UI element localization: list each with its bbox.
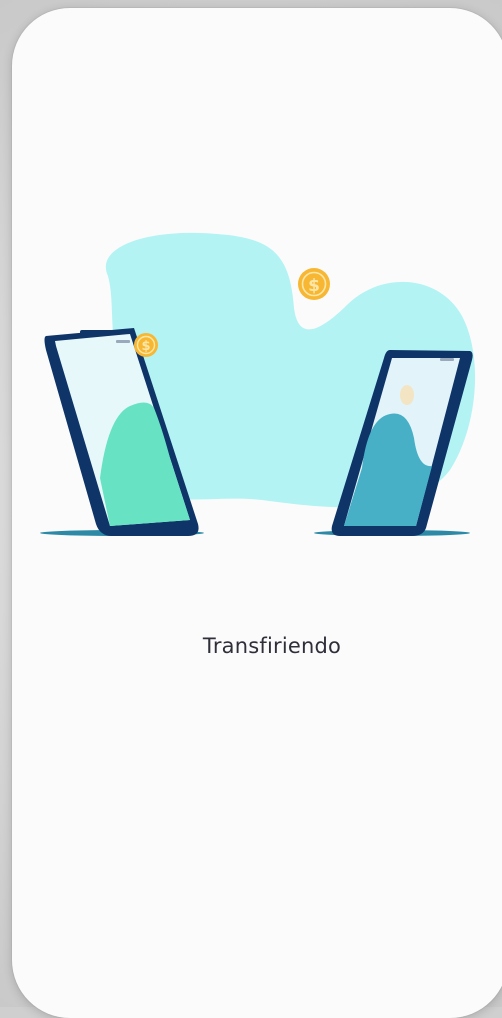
svg-text:$: $ [141, 339, 150, 354]
screen-background: $ $ Transfiriendo [0, 0, 502, 1018]
coin-dollar-icon: $ [298, 268, 330, 300]
fading-coin-icon [400, 385, 414, 405]
transfer-status-label: Transfiriendo [202, 634, 342, 658]
app-screen: $ $ Transfiriendo [12, 8, 502, 1018]
coin-dollar-icon: $ [134, 333, 158, 357]
transfer-illustration: $ $ [40, 232, 476, 536]
svg-text:$: $ [308, 276, 320, 296]
